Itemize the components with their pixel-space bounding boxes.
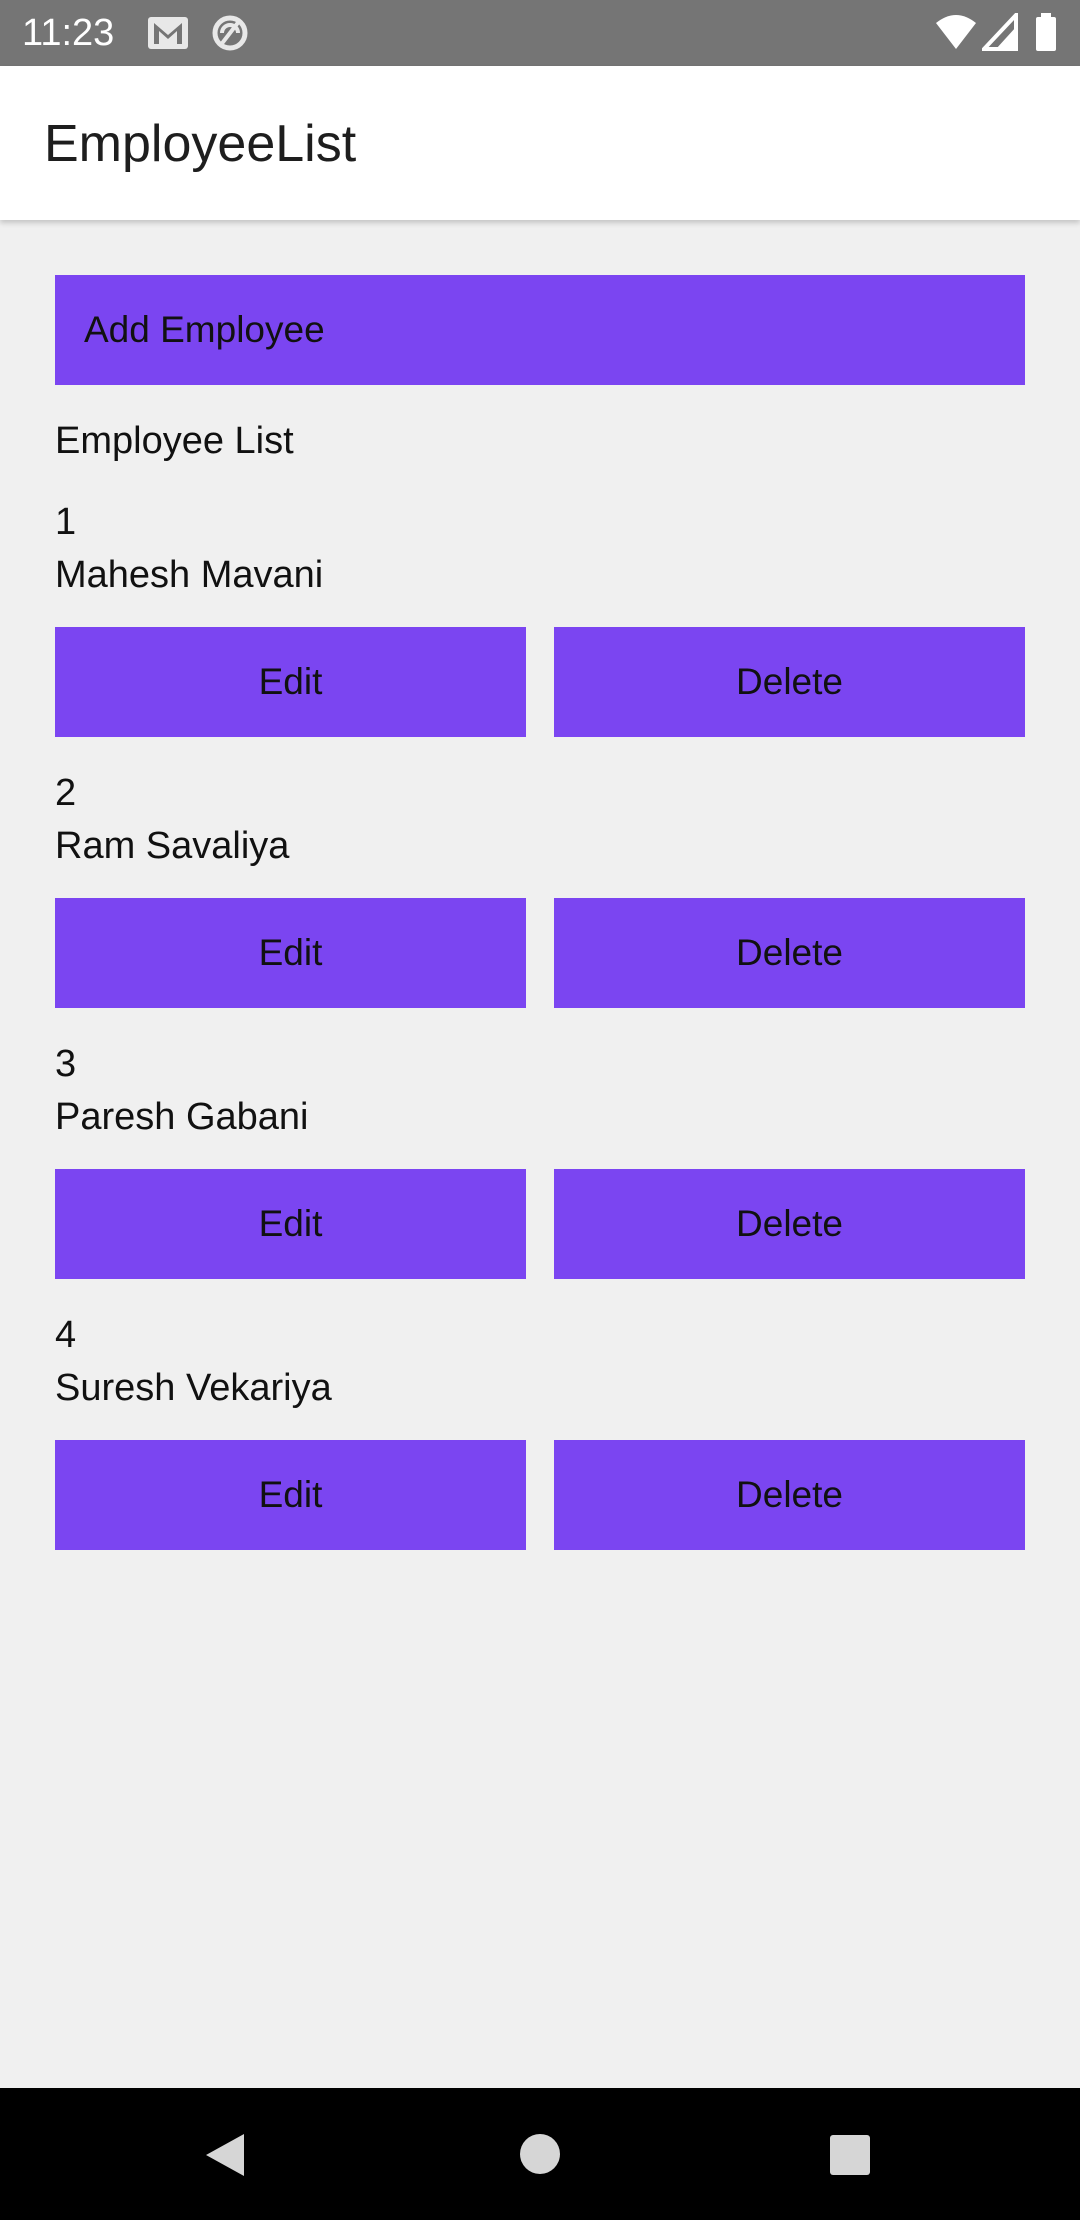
edit-button[interactable]: Edit (55, 898, 526, 1008)
employee-id: 1 (55, 501, 77, 543)
employee-id: 3 (55, 1043, 77, 1085)
employee-list-screen: Add Employee Employee List 1 Mahesh Mava… (0, 220, 1080, 2088)
delete-button[interactable]: Delete (554, 898, 1025, 1008)
home-icon[interactable] (518, 2132, 562, 2181)
add-employee-button[interactable]: Add Employee (55, 275, 1025, 385)
employee-list-heading: Employee List (55, 420, 294, 462)
employee-name: Mahesh Mavani (55, 554, 324, 596)
employee-name: Ram Savaliya (55, 825, 290, 867)
sync-icon (208, 13, 252, 58)
employee-id: 4 (55, 1314, 77, 1356)
employee-name: Suresh Vekariya (55, 1367, 332, 1409)
gmail-icon (146, 13, 190, 58)
edit-button[interactable]: Edit (55, 627, 526, 737)
employee-id: 2 (55, 772, 77, 814)
battery-icon (1034, 13, 1058, 58)
status-time: 11:23 (22, 12, 115, 54)
delete-button[interactable]: Delete (554, 1440, 1025, 1550)
edit-button[interactable]: Edit (55, 1440, 526, 1550)
app-bar: EmployeeList (0, 66, 1080, 220)
recents-icon[interactable] (829, 2134, 871, 2181)
wifi-icon (934, 13, 978, 58)
employee-name: Paresh Gabani (55, 1096, 309, 1138)
signal-icon (979, 9, 1018, 58)
delete-button[interactable]: Delete (554, 1169, 1025, 1279)
navigation-bar (0, 2088, 1080, 2220)
edit-button[interactable]: Edit (55, 1169, 526, 1279)
app-title: EmployeeList (44, 115, 357, 173)
status-bar: 11:23 (0, 0, 1080, 66)
back-icon[interactable] (200, 2132, 250, 2183)
delete-button[interactable]: Delete (554, 627, 1025, 737)
